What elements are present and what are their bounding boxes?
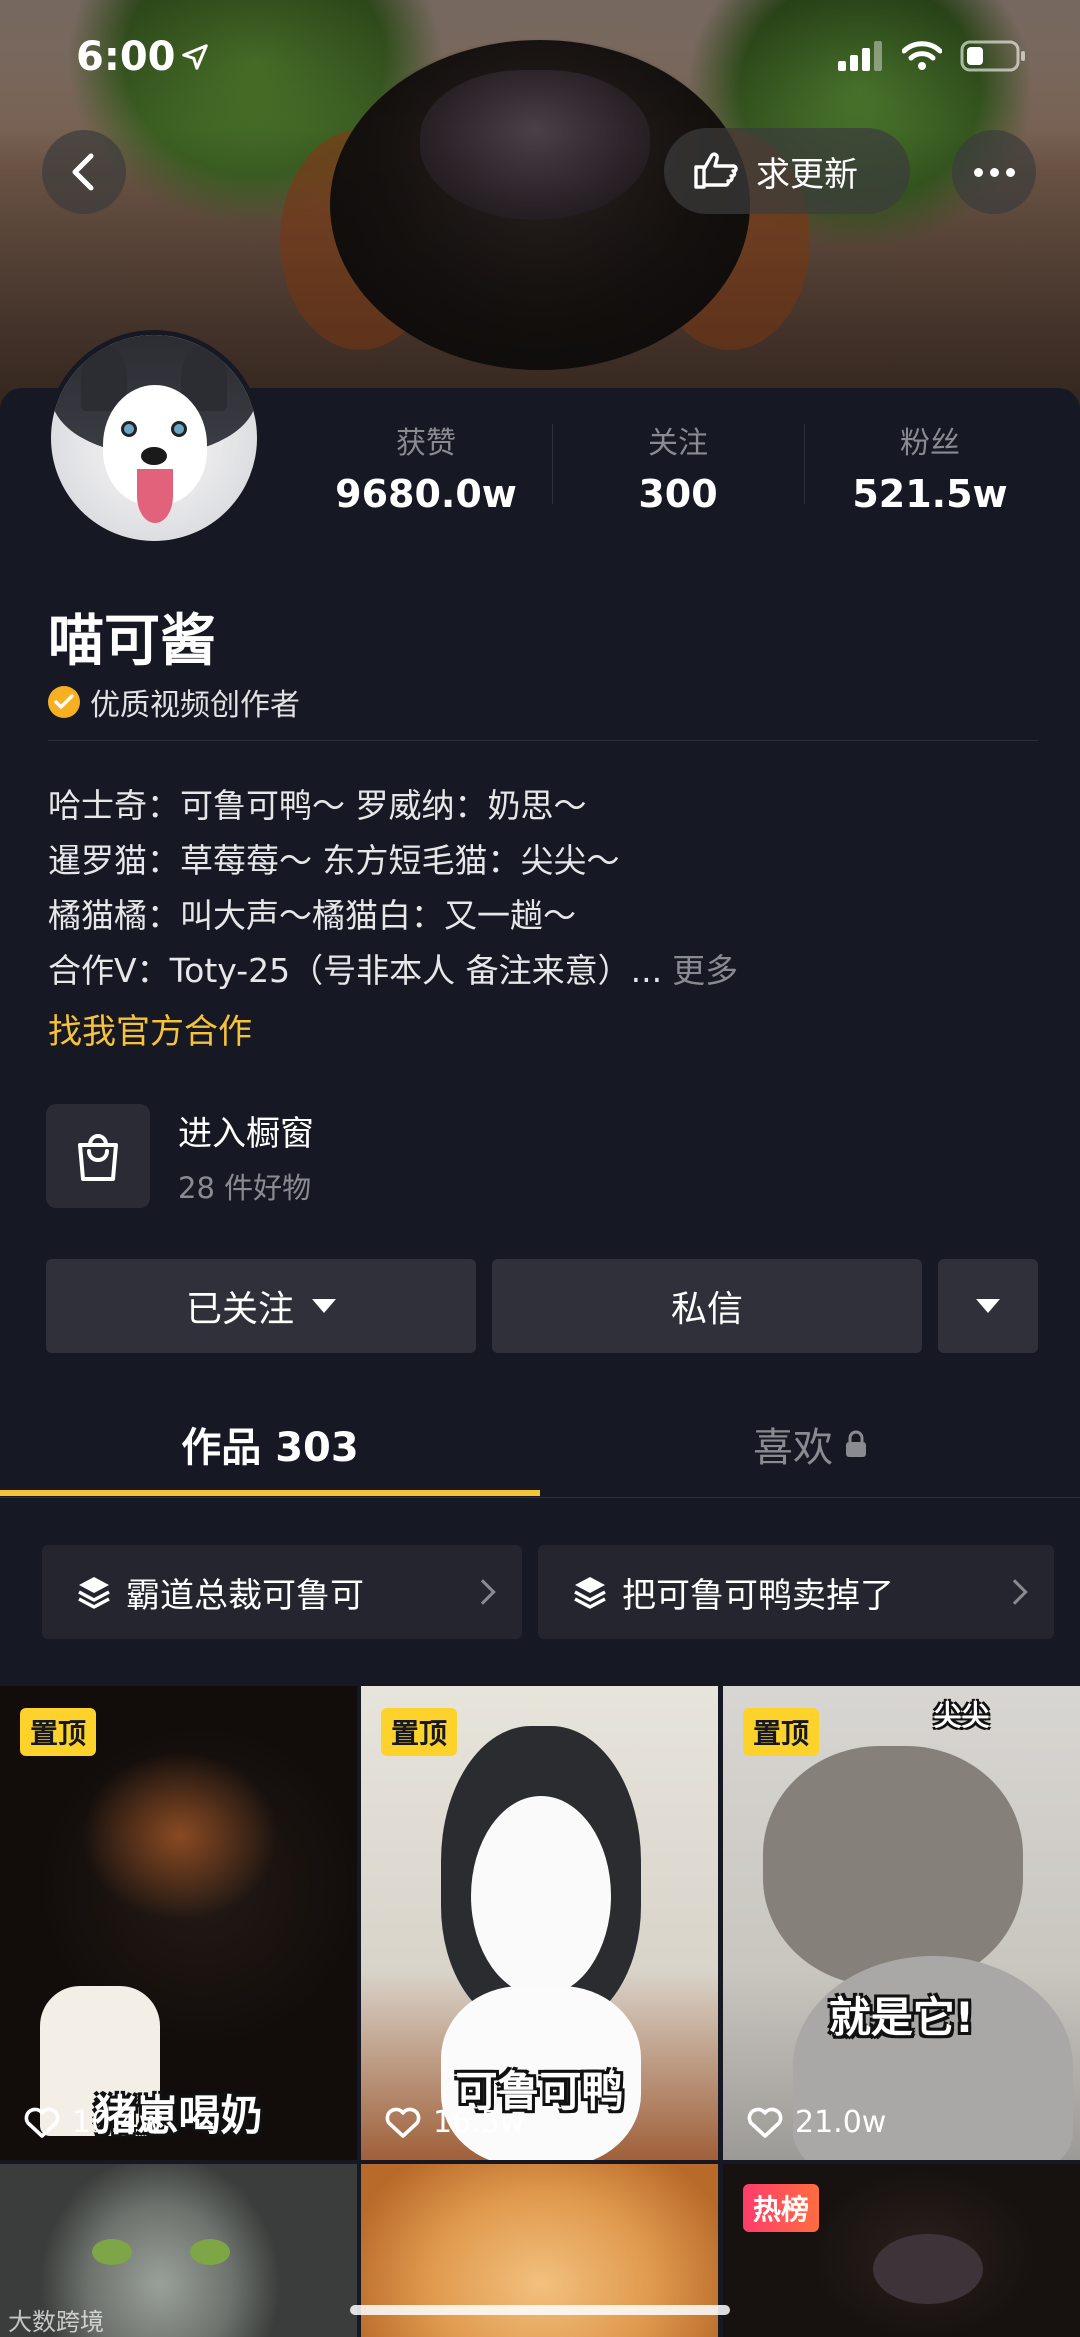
stat-label: 关注: [648, 426, 708, 461]
request-update-button[interactable]: 求更新: [664, 128, 910, 214]
video-likes: 10.4w: [24, 2105, 163, 2140]
caret-down-icon: [312, 1299, 336, 1313]
tab-likes[interactable]: 喜欢: [540, 1390, 1080, 1498]
stat-value: 9680.0w: [335, 472, 517, 516]
bio-more-link[interactable]: 更多: [672, 951, 738, 990]
more-options-button[interactable]: [952, 130, 1036, 214]
collection-label: 霸道总裁可鲁可: [126, 1575, 364, 1616]
pinned-badge: 置顶: [20, 1708, 97, 1756]
pinned-badge: 置顶: [381, 1708, 458, 1756]
home-indicator[interactable]: [350, 2305, 730, 2315]
stat-label: 获赞: [396, 426, 456, 461]
official-cooperation-link[interactable]: 找我官方合作: [48, 1004, 252, 1053]
tab-indicator: [0, 1490, 540, 1496]
stack-layers-icon: [78, 1577, 110, 1609]
video-likes: 16.5w: [385, 2105, 524, 2140]
profile-stats: 获赞 9680.0w 关注 300 粉丝 521.5w: [300, 418, 1056, 528]
message-label: 私信: [670, 1289, 743, 1330]
verified-text: 优质视频创作者: [90, 688, 300, 723]
heart-icon: [24, 2107, 60, 2138]
stat-following[interactable]: 关注 300: [552, 418, 804, 528]
back-button[interactable]: [42, 130, 126, 214]
video-likes-count: 10.4w: [72, 2105, 164, 2140]
shop-title: 进入橱窗: [178, 1113, 314, 1154]
video-thumbnail[interactable]: 热榜: [723, 2164, 1080, 2337]
tab-works-label: 作品 303: [181, 1425, 359, 1471]
video-top-caption: 尖尖: [933, 1699, 990, 1732]
status-bar: 6:00: [0, 30, 1080, 90]
back-arrow-icon: [72, 153, 94, 191]
hot-list-badge: 热榜: [743, 2184, 820, 2232]
pointing-hand-icon: [694, 152, 738, 189]
bio-line-last: 合作V：Toty-25（号非本人 备注来意）... 更多: [48, 943, 1048, 998]
shop-window-entry[interactable]: 进入橱窗 28 件好物: [46, 1104, 314, 1208]
collection-item[interactable]: 把可鲁可鸭卖掉了: [538, 1545, 1054, 1639]
stack-layers-icon: [574, 1577, 606, 1609]
stat-value: 521.5w: [852, 472, 1008, 516]
verified-check-icon: [48, 686, 80, 718]
profile-bio[interactable]: 哈士奇：可鲁可鸭～ 罗威纳：奶思～ 暹罗猫：草莓莓～ 东方短毛猫：尖尖～ 橘猫橘…: [48, 778, 1048, 998]
bio-line: 暹罗猫：草莓莓～ 东方短毛猫：尖尖～: [48, 841, 620, 880]
collection-label: 把可鲁可鸭卖掉了: [622, 1575, 894, 1616]
stat-followers[interactable]: 粉丝 521.5w: [804, 418, 1056, 528]
stat-likes[interactable]: 获赞 9680.0w: [300, 418, 552, 528]
battery-icon: [960, 40, 1025, 72]
caret-down-icon: [976, 1299, 1000, 1313]
video-caption: 就是它!: [828, 1993, 975, 2042]
collections-row: 霸道总裁可鲁可 把可鲁可鸭卖掉了: [42, 1545, 1054, 1639]
lock-icon: [846, 1430, 866, 1457]
shop-subtitle: 28 件好物: [178, 1170, 312, 1205]
shopping-bag-icon: [46, 1104, 150, 1208]
status-time: 6:00: [76, 34, 176, 80]
message-button[interactable]: 私信: [492, 1259, 922, 1353]
bio-line: 橘猫橘：叫大声～橘猫白：又一趟～: [48, 896, 576, 935]
stat-label: 粉丝: [900, 426, 960, 461]
video-thumbnail[interactable]: 置顶 尖尖 就是它! 21.0w: [723, 1686, 1080, 2160]
following-button[interactable]: 已关注: [46, 1259, 476, 1353]
more-actions-dropdown[interactable]: [938, 1259, 1038, 1353]
location-arrow-icon: [182, 44, 208, 70]
chevron-right-icon: [1002, 1579, 1028, 1605]
signal-icon: [838, 41, 882, 71]
collection-item[interactable]: 霸道总裁可鲁可: [42, 1545, 522, 1639]
verified-badge[interactable]: 优质视频创作者: [48, 680, 300, 724]
video-grid: 置顶 猪崽喝奶 10.4w 置顶 可鲁可鸭 16.5w 置顶 尖尖 就是它! 2…: [0, 1686, 1080, 2337]
chevron-right-icon: [470, 1579, 496, 1605]
profile-tabs: 作品 303 喜欢: [0, 1390, 1080, 1498]
heart-icon: [385, 2107, 421, 2138]
video-likes-count: 21.0w: [795, 2105, 887, 2140]
video-likes: 21.0w: [747, 2105, 886, 2140]
video-thumbnail[interactable]: 置顶 猪崽喝奶 10.4w: [0, 1686, 357, 2160]
tab-likes-label: 喜欢: [753, 1425, 833, 1471]
watermark: 大数跨境: [8, 2308, 104, 2336]
following-label: 已关注: [185, 1289, 294, 1330]
request-update-label: 求更新: [756, 154, 858, 195]
bio-line: 合作V：Toty-25（号非本人 备注来意）...: [48, 951, 663, 990]
divider: [48, 740, 1038, 741]
stat-value: 300: [638, 472, 718, 516]
profile-actions: 已关注 私信: [46, 1259, 1038, 1353]
bio-line: 哈士奇：可鲁可鸭～ 罗威纳：奶思～: [48, 786, 587, 825]
video-likes-count: 16.5w: [433, 2105, 525, 2140]
profile-name: 喵可酱: [48, 609, 216, 674]
tab-works[interactable]: 作品 303: [0, 1390, 540, 1498]
heart-icon: [747, 2107, 783, 2138]
video-thumbnail[interactable]: 置顶 可鲁可鸭 16.5w: [361, 1686, 718, 2160]
wifi-icon: [902, 41, 942, 70]
more-dots-icon: [973, 167, 983, 177]
avatar[interactable]: [46, 330, 262, 546]
